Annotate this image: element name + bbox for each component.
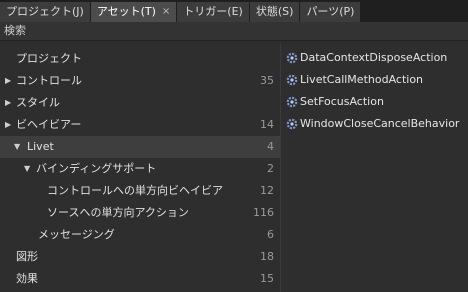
asset-label: WindowCloseCancelBehavior (300, 117, 460, 130)
tree-item-project[interactable]: プロジェクト (0, 48, 280, 70)
chevron-right-icon[interactable]: ▶ (5, 70, 11, 92)
tab-label: パーツ(P) (306, 5, 355, 18)
tree-item-source-actions[interactable]: ソースへの単方向アクション 116 (0, 202, 280, 224)
tree-item-count: 2 (267, 162, 274, 175)
tree-item-behaviors[interactable]: ▶ ビヘイビアー 14 (0, 114, 280, 136)
category-tree: プロジェクト ▶ コントロール 35 ▶ スタイル ▶ ビヘイビアー 14 ▼ … (0, 44, 280, 292)
tab-states[interactable]: 状態(S) (249, 2, 300, 22)
tree-item-count: 12 (260, 184, 274, 197)
tree-item-count: 15 (260, 272, 274, 285)
tree-item-label: 図形 (16, 250, 38, 263)
search-input[interactable]: 検索 (0, 22, 468, 41)
tree-item-label: コントロール (16, 74, 82, 87)
tree-item-controls[interactable]: ▶ コントロール 35 (0, 70, 280, 92)
tree-item-styles[interactable]: ▶ スタイル (0, 92, 280, 114)
tree-item-binding-support[interactable]: ▼ バインディングサポート 2 (0, 158, 280, 180)
chevron-down-icon[interactable]: ▼ (24, 158, 30, 180)
tree-item-livet[interactable]: ▼ Livet 4 (0, 136, 280, 158)
asset-list: DataContextDisposeAction LivetCallMethod… (282, 44, 468, 292)
tab-triggers[interactable]: トリガー(E) (177, 2, 249, 22)
gear-icon (286, 96, 298, 108)
asset-label: SetFocusAction (300, 95, 384, 108)
tree-item-count: 14 (260, 118, 274, 131)
tab-label: 状態(S) (255, 5, 294, 18)
chevron-down-icon[interactable]: ▼ (14, 136, 20, 158)
tree-item-label: ビヘイビアー (16, 118, 82, 131)
tree-item-control-behaviors[interactable]: コントロールへの単方向ビヘイビア 12 (0, 180, 280, 202)
tree-item-count: 35 (260, 74, 274, 87)
gear-icon (286, 118, 298, 130)
asset-label: LivetCallMethodAction (300, 73, 424, 86)
tab-label: トリガー(E) (183, 5, 243, 18)
tab-assets[interactable]: アセット(T) × (90, 2, 177, 22)
tab-project[interactable]: プロジェクト(J) (0, 2, 90, 22)
close-icon[interactable]: × (162, 2, 170, 22)
tab-bar: プロジェクト(J) アセット(T) × トリガー(E) 状態(S) パーツ(P) (0, 0, 468, 22)
search-label: 検索 (4, 24, 26, 37)
tree-item-messaging[interactable]: メッセージング 6 (0, 224, 280, 246)
asset-label: DataContextDisposeAction (300, 51, 448, 64)
tree-item-label: コントロールへの単方向ビヘイビア (47, 184, 223, 197)
tab-label: プロジェクト(J) (6, 5, 84, 18)
tree-item-label: Livet (27, 140, 54, 153)
tree-item-label: ソースへの単方向アクション (47, 206, 189, 219)
tree-item-shapes[interactable]: 図形 18 (0, 246, 280, 268)
tree-item-label: スタイル (16, 96, 60, 109)
tree-item-label: 効果 (16, 272, 38, 285)
tree-item-count: 4 (267, 140, 274, 153)
tab-parts[interactable]: パーツ(P) (300, 2, 361, 22)
chevron-right-icon[interactable]: ▶ (5, 114, 11, 136)
tree-item-count: 18 (260, 250, 274, 263)
chevron-right-icon[interactable]: ▶ (5, 92, 11, 114)
tab-label: アセット(T) (96, 5, 156, 18)
tree-item-label: プロジェクト (16, 52, 82, 65)
tree-item-effects[interactable]: 効果 15 (0, 268, 280, 290)
panel-divider[interactable] (280, 44, 281, 292)
tree-item-label: メッセージング (38, 228, 115, 241)
gear-icon (286, 52, 298, 64)
tree-item-count: 6 (267, 228, 274, 241)
tree-item-count: 116 (253, 206, 274, 219)
tree-item-label: バインディングサポート (36, 162, 157, 175)
gear-icon (286, 74, 298, 86)
